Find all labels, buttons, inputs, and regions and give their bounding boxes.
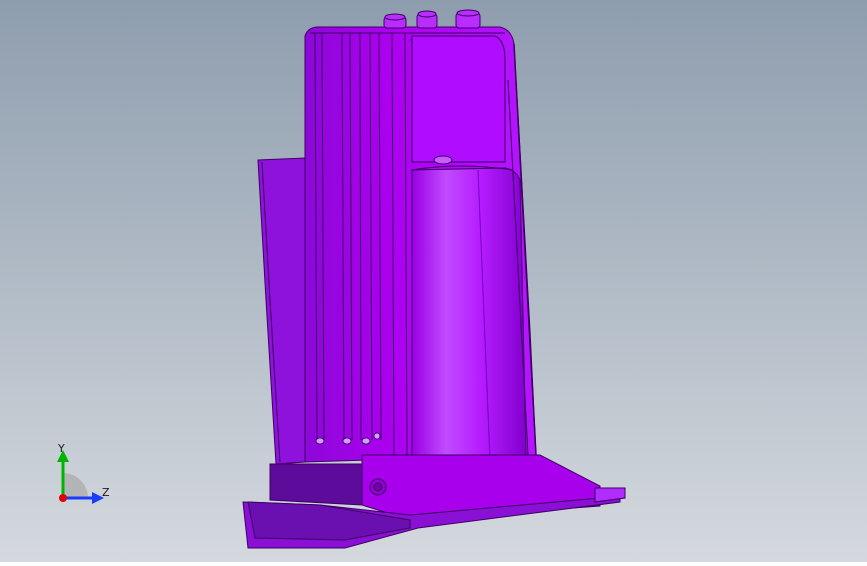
y-axis-label: Y [58, 442, 65, 455]
base-front-block [269, 463, 363, 506]
z-axis-label: Z [102, 486, 110, 499]
orientation-triad: Y Z [48, 438, 118, 508]
shoulder-boss [433, 155, 453, 165]
triad-quadrant [63, 473, 88, 498]
cylinder-body [411, 167, 527, 463]
upper-block [411, 35, 506, 163]
model-view[interactable] [0, 0, 867, 562]
graphics-viewport[interactable]: Y Z [0, 0, 867, 562]
mount-hole-inner [373, 482, 383, 492]
x-axis-dot [59, 494, 67, 502]
